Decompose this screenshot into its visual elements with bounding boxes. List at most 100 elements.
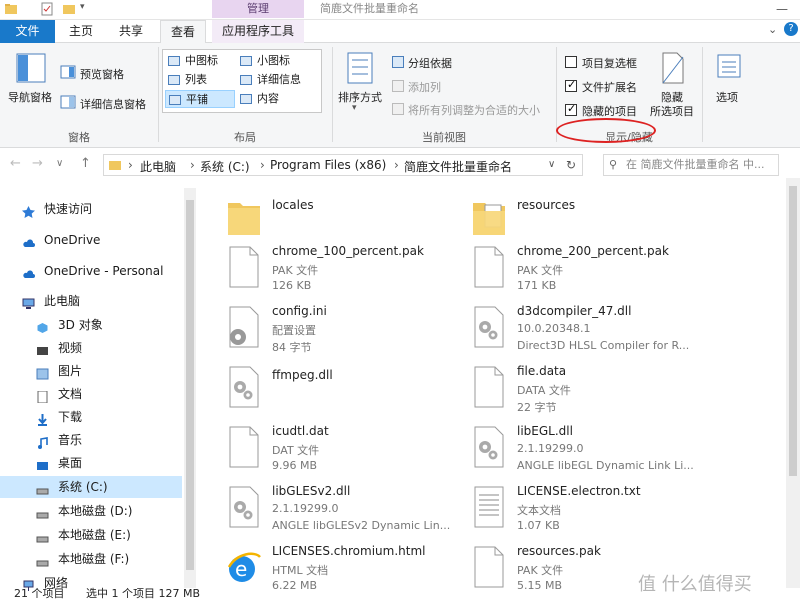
preview-pane-icon	[60, 65, 76, 79]
chevron-down-icon: ▾	[352, 103, 357, 113]
file-tile[interactable]: LICENSE.electron.txt 文本文档 1.07 KB	[471, 483, 711, 539]
sidebar-item-quick-access[interactable]: 快速访问	[0, 198, 182, 220]
minimize-button[interactable]: —	[764, 0, 800, 18]
quick-access-dropdown[interactable]: ▾	[80, 2, 94, 16]
hidden-items-checkbox[interactable]	[565, 102, 577, 116]
folder-file-icon	[226, 195, 262, 239]
group-label-layout: 布局	[234, 131, 256, 144]
file-tile[interactable]: chrome_100_percent.pak PAK 文件 126 KB	[226, 243, 466, 299]
navigation-pane-icon[interactable]	[16, 53, 46, 83]
nav-scrollbar[interactable]	[184, 188, 196, 588]
layout-content[interactable]: 内容	[237, 90, 317, 108]
pc-icon	[22, 295, 35, 309]
breadcrumb-current-folder[interactable]: 简鹿文件批量重命名	[404, 158, 512, 175]
file-tile[interactable]: d3dcompiler_47.dll 10.0.20348.1 Direct3D H…	[471, 303, 711, 359]
search-input[interactable]: 在 简鹿文件批量重命名 中...	[603, 154, 779, 176]
file-tile[interactable]: locales	[226, 193, 466, 249]
small-icons-icon	[240, 56, 252, 66]
layout-label: 内容	[257, 92, 279, 105]
file-tile[interactable]: libEGL.dll 2.1.19299.0 ANGLE libEGL Dynami…	[471, 423, 711, 479]
sidebar-item-downloads[interactable]: 下载	[0, 406, 182, 428]
scrollbar-thumb[interactable]	[186, 200, 194, 570]
sidebar-item-f-drive[interactable]: 本地磁盘 (F:)	[0, 548, 182, 570]
recent-dropdown-icon[interactable]: ∨	[56, 158, 63, 169]
file-scrollbar[interactable]	[786, 178, 800, 588]
sidebar-item-music[interactable]: 音乐	[0, 429, 182, 451]
file-tile[interactable]: chrome_200_percent.pak PAK 文件 171 KB	[471, 243, 711, 299]
back-arrow-icon[interactable]: ←	[10, 156, 21, 171]
sidebar-item-onedrive-personal[interactable]: OneDrive - Personal	[0, 260, 182, 282]
sidebar-item-e-drive[interactable]: 本地磁盘 (E:)	[0, 524, 182, 546]
group-by-button[interactable]: 分组依据	[408, 55, 452, 71]
file-size: 1.07 KB	[517, 519, 560, 532]
music-icon	[36, 434, 49, 449]
sidebar-item-label: OneDrive - Personal	[44, 264, 164, 278]
up-arrow-icon[interactable]: ↑	[80, 156, 91, 171]
options-button[interactable]: 选项	[716, 89, 738, 105]
html-file-icon: e	[226, 545, 262, 589]
options-icon[interactable]	[716, 53, 742, 79]
chevron-down-icon[interactable]: ∨	[548, 159, 555, 170]
content-icon	[240, 94, 252, 104]
hide-selected-icon[interactable]	[660, 51, 686, 85]
refresh-icon[interactable]: ↻	[566, 158, 576, 172]
item-checkboxes-checkbox[interactable]	[565, 56, 577, 68]
tab-app-tools[interactable]: 应用程序工具	[212, 20, 304, 43]
file-tile[interactable]: resources	[471, 193, 711, 249]
file-tile[interactable]: ffmpeg.dll	[226, 363, 466, 419]
blank-file-icon	[471, 245, 507, 289]
add-column-button[interactable]: 添加列	[408, 79, 441, 95]
properties-icon[interactable]	[40, 2, 54, 16]
file-type: 配置设置	[272, 324, 316, 337]
file-name: resources.pak	[517, 544, 601, 558]
file-name: locales	[272, 198, 314, 212]
sidebar-item-label: 系统 (C:)	[58, 480, 108, 494]
sidebar-item-videos[interactable]: 视频	[0, 337, 182, 359]
sort-by-icon[interactable]	[346, 51, 374, 85]
size-all-columns-button[interactable]: 将所有列调整为合适的大小	[408, 102, 540, 118]
breadcrumb-c-drive[interactable]: 系统 (C:)	[200, 158, 250, 175]
breadcrumb-separator: ›	[190, 158, 195, 172]
sidebar-item-documents[interactable]: 文档	[0, 383, 182, 405]
sidebar-item-desktop[interactable]: 桌面	[0, 452, 182, 474]
breadcrumb-program-files[interactable]: Program Files (x86)	[270, 158, 386, 172]
new-folder-icon[interactable]	[62, 2, 76, 16]
address-bar[interactable]: › 此电脑 › 系统 (C:) › Program Files (x86) › …	[103, 154, 583, 176]
layout-label: 中图标	[185, 54, 218, 67]
help-icon[interactable]: ?	[784, 22, 798, 36]
sidebar-item-label: 快速访问	[44, 202, 93, 216]
preview-pane-button[interactable]: 预览窗格	[80, 66, 124, 82]
tab-view[interactable]: 查看	[160, 20, 206, 44]
layout-list[interactable]: 列表	[165, 71, 237, 89]
layout-label: 详细信息	[257, 73, 301, 86]
sort-by-button[interactable]: 排序方式	[338, 89, 382, 105]
file-extensions-checkbox[interactable]	[565, 78, 577, 92]
scrollbar-thumb[interactable]	[789, 186, 797, 476]
sidebar-item-this-pc[interactable]: 此电脑	[0, 290, 182, 312]
sidebar-item-d-drive[interactable]: 本地磁盘 (D:)	[0, 500, 182, 522]
layout-gallery: 中图标 小图标 列表 详细信息 平铺 内容	[162, 49, 322, 113]
layout-tiles[interactable]: 平铺	[165, 90, 235, 108]
navigation-pane-button[interactable]: 导航窗格	[8, 89, 52, 105]
sidebar-item-3d-objects[interactable]: 3D 对象	[0, 314, 182, 336]
layout-medium-icons[interactable]: 中图标	[165, 52, 237, 70]
layout-label: 小图标	[257, 54, 290, 67]
group-label-current-view: 当前视图	[422, 131, 466, 144]
file-tile[interactable]: libGLESv2.dll 2.1.19299.0 ANGLE libGLESv2 …	[226, 483, 466, 539]
address-row: ← → ∨ ↑ › 此电脑 › 系统 (C:) › Program Files …	[0, 152, 800, 178]
layout-small-icons[interactable]: 小图标	[237, 52, 317, 70]
sidebar-item-label: 本地磁盘 (F:)	[58, 552, 130, 566]
details-pane-button[interactable]: 详细信息窗格	[80, 96, 146, 112]
file-tile[interactable]: config.ini 配置设置 84 字节	[226, 303, 466, 359]
forward-arrow-icon[interactable]: →	[32, 156, 43, 171]
chevron-down-icon[interactable]: ⌄	[768, 23, 777, 36]
tab-share[interactable]: 共享	[108, 20, 154, 43]
file-tile[interactable]: file.data DATA 文件 22 字节	[471, 363, 711, 419]
file-tile[interactable]: icudtl.dat DAT 文件 9.96 MB	[226, 423, 466, 479]
sidebar-item-c-drive[interactable]: 系统 (C:)	[0, 476, 182, 498]
tab-home[interactable]: 主页	[60, 20, 102, 43]
layout-details[interactable]: 详细信息	[237, 71, 317, 89]
breadcrumb-this-pc[interactable]: 此电脑	[140, 158, 176, 175]
sidebar-item-onedrive[interactable]: OneDrive	[0, 229, 182, 251]
sidebar-item-pictures[interactable]: 图片	[0, 360, 182, 382]
